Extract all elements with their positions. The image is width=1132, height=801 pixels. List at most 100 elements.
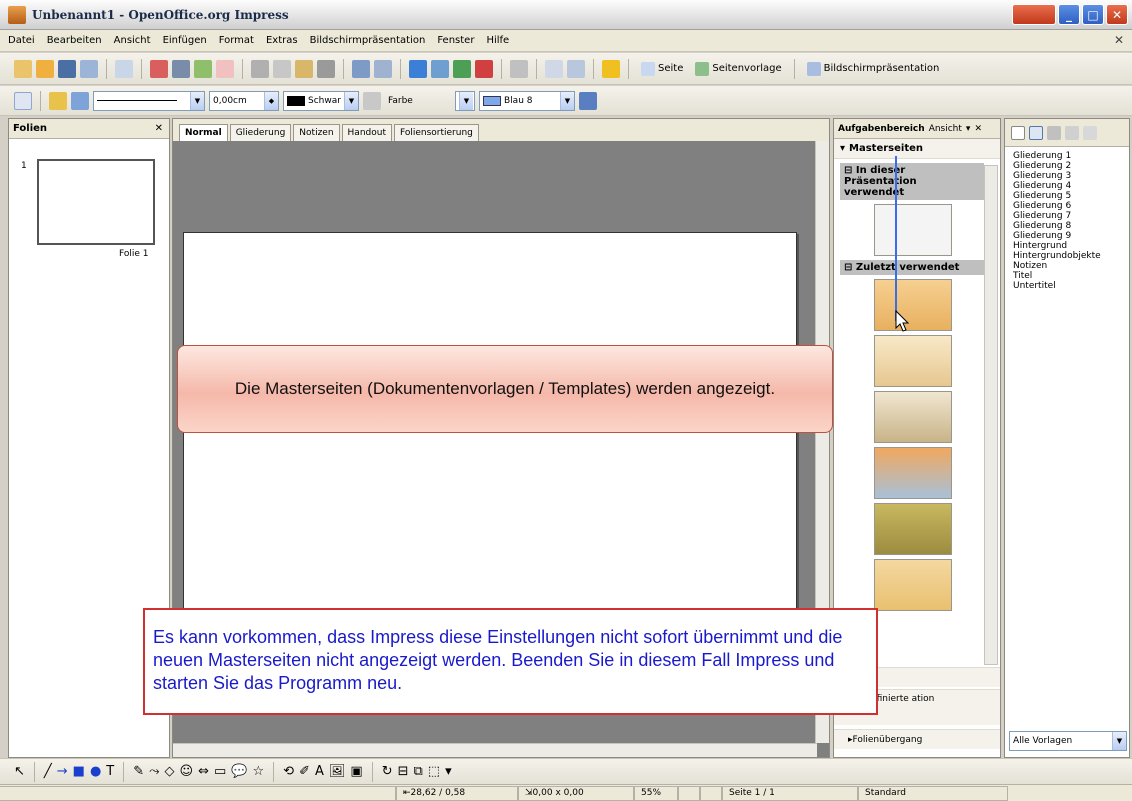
zoom-icon[interactable] bbox=[567, 59, 585, 78]
graphics-styles-icon[interactable] bbox=[1011, 125, 1025, 140]
edit-file-icon[interactable] bbox=[115, 59, 133, 78]
basic-shapes-icon[interactable]: ◇ bbox=[165, 764, 175, 779]
style-item[interactable]: Titel bbox=[1013, 271, 1121, 281]
undo-icon[interactable] bbox=[352, 59, 370, 78]
style-item[interactable]: Hintergrundobjekte bbox=[1013, 251, 1121, 261]
style-item[interactable]: Gliederung 1 bbox=[1013, 151, 1121, 161]
style-item[interactable]: Gliederung 4 bbox=[1013, 181, 1121, 191]
open-icon[interactable] bbox=[36, 59, 54, 78]
fill-type-dropdown[interactable]: ▼ bbox=[455, 90, 475, 111]
master-thumb-1[interactable] bbox=[874, 279, 952, 331]
select-icon[interactable] bbox=[14, 91, 32, 110]
close-document-icon[interactable]: ✕ bbox=[1114, 33, 1124, 47]
tab-normal[interactable]: Normal bbox=[179, 124, 228, 141]
text-icon[interactable]: T bbox=[106, 764, 114, 779]
fill-format-icon[interactable] bbox=[1047, 125, 1061, 140]
stars-icon[interactable]: ☆ bbox=[253, 764, 265, 779]
master-thumb-4[interactable] bbox=[874, 447, 952, 499]
export-pdf-icon[interactable] bbox=[150, 59, 168, 78]
menu-hilfe[interactable]: Hilfe bbox=[486, 35, 509, 46]
master-thumb-6[interactable] bbox=[874, 559, 952, 611]
close-icon[interactable]: ✕ bbox=[155, 123, 163, 134]
rotate-icon[interactable]: ↻ bbox=[382, 764, 393, 779]
paste-icon[interactable] bbox=[295, 59, 313, 78]
slide-transition-section[interactable]: ▸ Folienübergang bbox=[834, 729, 1000, 749]
new-icon[interactable] bbox=[14, 59, 32, 78]
tab-foliensortierung[interactable]: Foliensortierung bbox=[393, 124, 479, 141]
tab-notizen[interactable]: Notizen bbox=[293, 124, 340, 141]
autospellcheck-icon[interactable] bbox=[216, 59, 234, 78]
callouts-icon[interactable]: 💬 bbox=[231, 764, 247, 779]
status-zoom[interactable]: 55% bbox=[634, 785, 678, 801]
master-thumb-used[interactable] bbox=[874, 204, 952, 256]
style-item[interactable]: Gliederung 5 bbox=[1013, 191, 1121, 201]
extra-tray-icon[interactable] bbox=[1012, 4, 1056, 25]
maximize-button[interactable]: □ bbox=[1082, 4, 1104, 25]
new-style-icon[interactable] bbox=[1065, 125, 1079, 140]
task-pane-scrollbar[interactable] bbox=[984, 165, 998, 665]
redo-icon[interactable] bbox=[374, 59, 392, 78]
select-arrow-icon[interactable]: ↖ bbox=[14, 764, 25, 779]
tab-gliederung[interactable]: Gliederung bbox=[229, 124, 292, 141]
connector-icon[interactable]: ⤳ bbox=[149, 764, 159, 779]
chart-icon[interactable] bbox=[409, 59, 427, 78]
menu-bearbeiten[interactable]: Bearbeiten bbox=[47, 35, 102, 46]
grid-icon[interactable] bbox=[510, 59, 528, 78]
rectangle-icon[interactable]: ■ bbox=[73, 764, 85, 779]
master-thumb-5[interactable] bbox=[874, 503, 952, 555]
close-button[interactable]: ✕ bbox=[1106, 4, 1128, 25]
line-color-select[interactable]: Schwar ▼ bbox=[283, 90, 359, 111]
slide-button[interactable]: Seite bbox=[637, 61, 687, 76]
arrow-line-icon[interactable]: → bbox=[57, 764, 68, 779]
slide-thumbnail[interactable] bbox=[37, 159, 155, 245]
fill-color-select[interactable]: Blau 8 ▼ bbox=[479, 90, 575, 111]
fill-bucket-icon[interactable] bbox=[363, 91, 381, 110]
line-icon[interactable]: ╱ bbox=[44, 764, 52, 779]
menu-extras[interactable]: Extras bbox=[266, 35, 298, 46]
block-arrows-icon[interactable]: ⇔ bbox=[198, 764, 209, 779]
style-item[interactable]: Gliederung 3 bbox=[1013, 171, 1121, 181]
email-icon[interactable] bbox=[80, 59, 98, 78]
gallery-icon[interactable] bbox=[545, 59, 563, 78]
line-style-select[interactable]: ▼ bbox=[93, 90, 205, 111]
task-pane-view-menu[interactable]: Ansicht bbox=[929, 124, 962, 134]
update-style-icon[interactable] bbox=[1083, 125, 1097, 140]
menu-einfuegen[interactable]: Einfügen bbox=[163, 35, 207, 46]
master-thumb-3[interactable] bbox=[874, 391, 952, 443]
style-item[interactable]: Notizen bbox=[1013, 261, 1121, 271]
symbol-shapes-icon[interactable]: ☺ bbox=[180, 764, 194, 779]
minimize-button[interactable]: _ bbox=[1058, 4, 1080, 25]
close-icon[interactable]: ✕ bbox=[974, 124, 982, 134]
help-icon[interactable] bbox=[602, 59, 620, 78]
cut-icon[interactable] bbox=[251, 59, 269, 78]
master-thumb-2[interactable] bbox=[874, 335, 952, 387]
style-item[interactable]: Gliederung 7 bbox=[1013, 211, 1121, 221]
curve-icon[interactable]: ✎ bbox=[133, 764, 144, 779]
style-filter-select[interactable]: Alle Vorlagen ▼ bbox=[1009, 731, 1127, 751]
horizontal-scrollbar[interactable] bbox=[173, 743, 817, 757]
flowchart-icon[interactable]: ▭ bbox=[214, 764, 226, 779]
from-file-icon[interactable]: 🖼 bbox=[329, 764, 346, 779]
toolbar-options-icon[interactable]: ▾ bbox=[445, 764, 452, 779]
menu-fenster[interactable]: Fenster bbox=[437, 35, 474, 46]
style-item[interactable]: Gliederung 6 bbox=[1013, 201, 1121, 211]
alignment-icon[interactable]: ⊟ bbox=[398, 764, 409, 779]
extrusion-icon[interactable]: ⬚ bbox=[428, 764, 440, 779]
style-item[interactable]: Untertitel bbox=[1013, 281, 1121, 291]
gallery-toggle-icon[interactable]: ▣ bbox=[350, 764, 362, 779]
format-paintbrush-icon[interactable] bbox=[317, 59, 335, 78]
presentation-button[interactable]: Bildschirmpräsentation bbox=[803, 61, 944, 76]
copy-icon[interactable] bbox=[273, 59, 291, 78]
layout-button[interactable]: Seitenvorlage bbox=[691, 61, 785, 76]
menu-ansicht[interactable]: Ansicht bbox=[114, 35, 151, 46]
used-masters-header[interactable]: ⊟ In dieser Präsentation verwendet bbox=[840, 163, 984, 200]
menu-format[interactable]: Format bbox=[219, 35, 254, 46]
glue-points-icon[interactable]: ✐ bbox=[299, 764, 310, 779]
arrow-style-icon[interactable] bbox=[71, 91, 89, 110]
draw-functions-icon[interactable] bbox=[453, 59, 471, 78]
line-style-icon[interactable] bbox=[49, 91, 67, 110]
spellcheck-icon[interactable] bbox=[194, 59, 212, 78]
master-pages-section[interactable]: ▾ Masterseiten bbox=[834, 139, 1000, 159]
menu-bildschirmpraesentation[interactable]: Bildschirmpräsentation bbox=[310, 35, 426, 46]
style-item[interactable]: Gliederung 9 bbox=[1013, 231, 1121, 241]
